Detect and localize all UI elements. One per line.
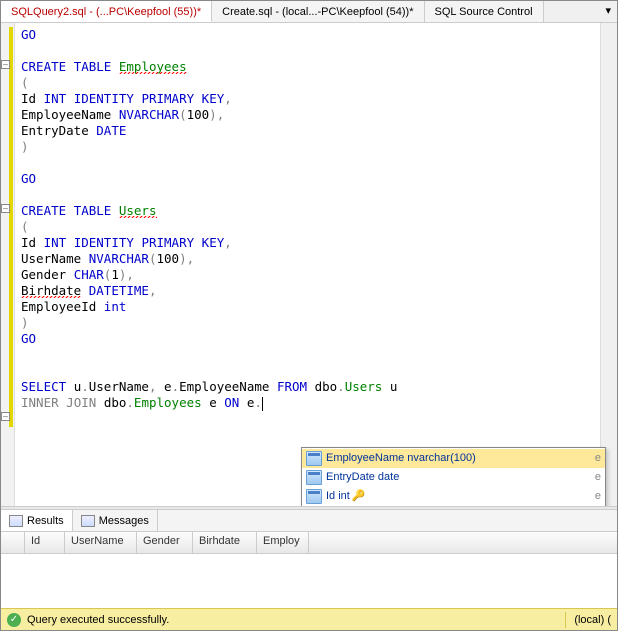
autocomplete-item[interactable]: Id int 🔑 e	[302, 487, 605, 506]
fold-toggle[interactable]: –	[1, 60, 10, 69]
autocomplete-popup: EmployeeName nvarchar(100) e EntryDate d…	[301, 447, 606, 506]
column-header[interactable]: Employ	[257, 532, 309, 553]
column-header[interactable]: Id	[25, 532, 65, 553]
fold-toggle[interactable]: –	[1, 412, 10, 421]
vertical-scrollbar[interactable]	[600, 23, 617, 506]
fold-toggle[interactable]: –	[1, 204, 10, 213]
tab-sqlquery2[interactable]: SQLQuery2.sql - (...PC\Keepfool (55))*	[1, 1, 212, 22]
code-content[interactable]: GO CREATE TABLE Employees ( Id INT IDENT…	[15, 23, 600, 506]
results-pane: Results Messages Id UserName Gender Birh…	[1, 510, 617, 608]
status-server: (local) (	[574, 614, 611, 626]
tab-sql-source-control[interactable]: SQL Source Control	[425, 1, 544, 22]
results-icon	[9, 515, 23, 527]
messages-tab[interactable]: Messages	[73, 510, 158, 531]
editor-gutter: – – –	[1, 23, 15, 506]
column-icon	[306, 451, 322, 466]
key-icon: 🔑	[352, 488, 366, 505]
tab-create-sql[interactable]: Create.sql - (local...-PC\Keepfool (54))…	[212, 1, 424, 22]
column-header[interactable]: UserName	[65, 532, 137, 553]
column-icon	[306, 470, 322, 485]
autocomplete-item[interactable]: EmployeeName nvarchar(100) e	[302, 449, 605, 468]
success-icon: ✓	[7, 613, 21, 627]
column-header[interactable]: Birhdate	[193, 532, 257, 553]
results-grid-header: Id UserName Gender Birhdate Employ	[1, 532, 617, 554]
autocomplete-item[interactable]: EntryDate date e	[302, 468, 605, 487]
document-tab-bar: SQLQuery2.sql - (...PC\Keepfool (55))* C…	[1, 1, 617, 23]
status-message: Query executed successfully.	[27, 614, 169, 626]
results-tab[interactable]: Results	[1, 510, 73, 531]
row-number-header[interactable]	[1, 532, 25, 553]
results-grid-body[interactable]	[1, 554, 617, 608]
column-icon	[306, 489, 322, 504]
results-tab-bar: Results Messages	[1, 510, 617, 532]
messages-icon	[81, 515, 95, 527]
column-header[interactable]: Gender	[137, 532, 193, 553]
autocomplete-list[interactable]: EmployeeName nvarchar(100) e EntryDate d…	[302, 448, 605, 506]
sql-editor[interactable]: – – – GO CREATE TABLE Employees ( Id INT…	[1, 23, 617, 506]
status-bar: ✓ Query executed successfully. (local) (	[1, 608, 617, 630]
tab-overflow-button[interactable]: ▾	[599, 1, 617, 22]
